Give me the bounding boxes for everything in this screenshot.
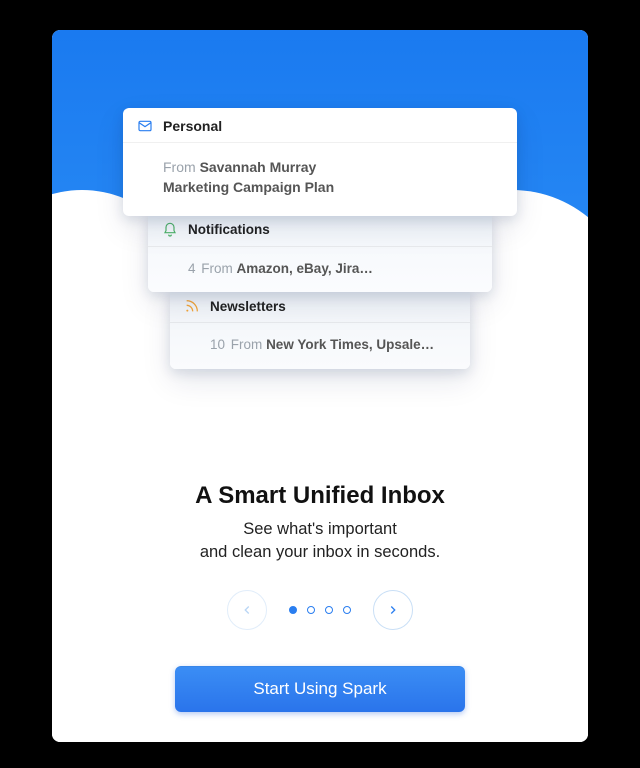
page-dot-2[interactable] bbox=[307, 606, 315, 614]
card-notifications: Notifications 4 From Amazon, eBay, Jira… bbox=[148, 212, 492, 293]
card-newsletters: Newsletters 10 From New York Times, Upsa… bbox=[170, 288, 470, 369]
rss-icon bbox=[184, 298, 200, 314]
card-personal-body: From Savannah Murray Marketing Campaign … bbox=[123, 143, 517, 216]
card-personal-header: Personal bbox=[123, 108, 517, 143]
from-label: From bbox=[163, 159, 196, 175]
bell-icon bbox=[162, 222, 178, 238]
inbox-cards-stack: Personal From Savannah Murray Marketing … bbox=[52, 108, 588, 369]
pager bbox=[52, 590, 588, 630]
notifications-count: 4 bbox=[188, 261, 196, 276]
chevron-right-icon bbox=[386, 603, 400, 617]
email-subject: Marketing Campaign Plan bbox=[163, 177, 503, 197]
page-dot-1[interactable] bbox=[289, 606, 297, 614]
page-dot-4[interactable] bbox=[343, 606, 351, 614]
from-label: From bbox=[201, 261, 233, 276]
card-newsletters-title: Newsletters bbox=[210, 299, 286, 314]
prev-button[interactable] bbox=[227, 590, 267, 630]
card-notifications-body: 4 From Amazon, eBay, Jira… bbox=[148, 247, 492, 293]
next-button[interactable] bbox=[373, 590, 413, 630]
card-notifications-header: Notifications bbox=[148, 212, 492, 247]
from-name: Savannah Murray bbox=[200, 159, 317, 175]
headline-subtitle: See what's important and clean your inbo… bbox=[52, 518, 588, 564]
card-personal-title: Personal bbox=[163, 118, 222, 134]
card-personal: Personal From Savannah Murray Marketing … bbox=[123, 108, 517, 216]
card-notifications-title: Notifications bbox=[188, 222, 270, 237]
page-dots bbox=[289, 606, 351, 614]
headline-title: A Smart Unified Inbox bbox=[52, 482, 588, 510]
from-label: From bbox=[231, 337, 263, 352]
headline-section: A Smart Unified Inbox See what's importa… bbox=[52, 482, 588, 564]
card-newsletters-header: Newsletters bbox=[170, 288, 470, 323]
card-newsletters-body: 10 From New York Times, Upsale… bbox=[170, 323, 470, 369]
start-using-spark-button[interactable]: Start Using Spark bbox=[175, 666, 465, 712]
chevron-left-icon bbox=[240, 603, 254, 617]
mail-icon bbox=[137, 118, 153, 134]
page-dot-3[interactable] bbox=[325, 606, 333, 614]
onboarding-window: Personal From Savannah Murray Marketing … bbox=[52, 30, 588, 742]
from-names: Amazon, eBay, Jira… bbox=[237, 261, 373, 276]
newsletters-count: 10 bbox=[210, 337, 225, 352]
from-names: New York Times, Upsale… bbox=[266, 337, 434, 352]
